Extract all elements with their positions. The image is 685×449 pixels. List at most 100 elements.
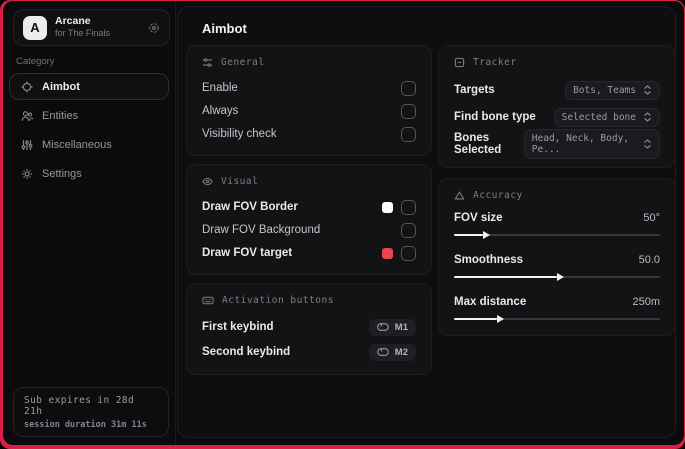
row-controls	[382, 199, 416, 215]
slider-header: FOV size 50°	[454, 210, 660, 226]
app-window: A Arcane for The Finals Category Aimbot …	[3, 1, 684, 445]
find-bone-type-dropdown[interactable]: Selected bone	[553, 107, 660, 127]
mouse-icon	[376, 348, 389, 356]
unfold-icon	[643, 139, 652, 149]
setting-label: Draw FOV Border	[202, 201, 298, 213]
slider-header: Smoothness 50.0	[454, 252, 660, 268]
color-swatch-red[interactable]	[382, 247, 393, 259]
keyboard-icon	[202, 295, 214, 306]
visual-card: Visual Draw FOV Border Draw FOV Backgrou…	[186, 164, 432, 275]
setting-label: Always	[202, 105, 239, 117]
row-controls	[382, 245, 416, 261]
setting-row-bones-selected: Bones Selected Head, Neck, Body, Pe...	[454, 129, 660, 159]
slider-thumb[interactable]	[557, 273, 564, 281]
general-card-header: General	[202, 57, 416, 68]
setting-label: Visibility check	[202, 128, 277, 140]
sidebar-item-aimbot[interactable]: Aimbot	[9, 73, 169, 100]
subscription-status-card: Sub expires in 28d 21h session duration …	[13, 387, 169, 437]
row-controls	[401, 222, 416, 238]
keybind-value: M1	[394, 321, 408, 333]
crosshair-icon	[21, 81, 33, 93]
keybind-value: M2	[394, 346, 408, 358]
slider-header: Max distance 250m	[454, 294, 660, 310]
dropdown-value: Head, Neck, Body, Pe...	[531, 133, 630, 155]
second-keybind-button[interactable]: M2	[368, 343, 416, 361]
fov-background-checkbox[interactable]	[401, 222, 416, 238]
sidebar-nav: Aimbot Entities Miscellaneous Settings	[3, 71, 175, 187]
app-subtitle: for The Finals	[55, 28, 110, 39]
tune-icon	[202, 57, 213, 68]
gear-icon	[21, 168, 33, 180]
right-column: Tracker Targets Bots, Teams Find bone ty…	[438, 45, 676, 344]
app-name: Arcane	[55, 15, 91, 28]
setting-row-find-bone-type: Find bone type Selected bone	[454, 104, 660, 130]
smoothness-slider[interactable]	[454, 273, 660, 281]
always-checkbox[interactable]	[401, 103, 416, 119]
sidebar-item-label: Settings	[42, 167, 82, 180]
setting-label: Second keybind	[202, 346, 291, 358]
setting-label: Smoothness	[454, 254, 524, 266]
mouse-icon	[376, 323, 389, 331]
visual-card-header: Visual	[202, 176, 416, 187]
screen: A Arcane for The Finals Category Aimbot …	[0, 0, 685, 449]
app-titles: Arcane for The Finals	[55, 15, 110, 39]
slider-fill	[454, 273, 564, 281]
fov-target-checkbox[interactable]	[401, 245, 416, 261]
activation-card: Activation buttons First keybind M1 Seco…	[186, 283, 432, 375]
setting-row-second-keybind: Second keybind M2	[202, 340, 416, 364]
sidebar-item-settings[interactable]: Settings	[9, 160, 169, 187]
slider-value: 250m	[632, 296, 660, 308]
page-title: Aimbot	[202, 21, 247, 36]
slider-group-max-distance: Max distance 250m	[454, 294, 660, 323]
slider-thumb[interactable]	[482, 231, 490, 239]
sidebar-item-label: Miscellaneous	[42, 138, 112, 151]
left-column: General Enable Always Visibility check V…	[186, 45, 432, 383]
visibility-check-checkbox[interactable]	[401, 126, 416, 142]
color-swatch-white[interactable]	[382, 201, 393, 213]
card-title: Activation buttons	[222, 295, 334, 306]
entities-icon	[21, 110, 33, 122]
accuracy-card: Accuracy FOV size 50° Smoothness 50.0 Ma…	[438, 178, 676, 336]
setting-label: Bones Selected	[454, 132, 502, 156]
setting-row-always: Always	[202, 100, 416, 122]
slider-fill	[454, 231, 490, 239]
card-title: Visual	[221, 176, 259, 187]
eye-icon	[202, 176, 213, 187]
setting-label: Draw FOV Background	[202, 224, 321, 236]
dropdown-value: Selected bone	[561, 111, 636, 123]
first-keybind-button[interactable]: M1	[368, 318, 416, 336]
slider-group-fov-size: FOV size 50°	[454, 210, 660, 239]
tracker-card: Tracker Targets Bots, Teams Find bone ty…	[438, 45, 676, 168]
fov-border-checkbox[interactable]	[401, 199, 416, 215]
app-header-card: A Arcane for The Finals	[13, 9, 170, 46]
slider-thumb[interactable]	[497, 315, 505, 323]
sliders-icon	[21, 139, 33, 151]
session-duration-text: session duration 31m 11s	[24, 420, 147, 430]
activation-card-header: Activation buttons	[202, 295, 416, 306]
fov-size-slider[interactable]	[454, 231, 660, 239]
triangle-icon	[454, 190, 465, 201]
dropdown-value: Bots, Teams	[573, 84, 636, 96]
sidebar-item-label: Entities	[42, 109, 79, 122]
setting-label: Find bone type	[454, 111, 536, 123]
sidebar-item-entities[interactable]: Entities	[9, 102, 169, 129]
card-title: Accuracy	[473, 190, 523, 201]
sidebar-item-miscellaneous[interactable]: Miscellaneous	[9, 131, 169, 158]
sync-icon[interactable]	[148, 22, 160, 34]
targets-dropdown[interactable]: Bots, Teams	[565, 80, 660, 100]
setting-label: FOV size	[454, 212, 503, 224]
setting-label: Enable	[202, 82, 238, 94]
setting-row-targets: Targets Bots, Teams	[454, 77, 660, 103]
max-distance-slider[interactable]	[454, 315, 660, 323]
unfold-icon	[643, 112, 652, 122]
slider-value: 50.0	[638, 254, 660, 266]
enable-checkbox[interactable]	[401, 80, 416, 96]
app-logo: A	[23, 15, 47, 40]
setting-label: First keybind	[202, 321, 274, 333]
setting-row-first-keybind: First keybind M1	[202, 315, 416, 339]
general-card: General Enable Always Visibility check	[186, 45, 432, 156]
setting-row-visibility-check: Visibility check	[202, 123, 416, 145]
bones-selected-dropdown[interactable]: Head, Neck, Body, Pe...	[523, 129, 660, 159]
main-panel: Aimbot General Enable Always Visibility …	[177, 6, 676, 438]
slider-fill	[454, 315, 505, 323]
